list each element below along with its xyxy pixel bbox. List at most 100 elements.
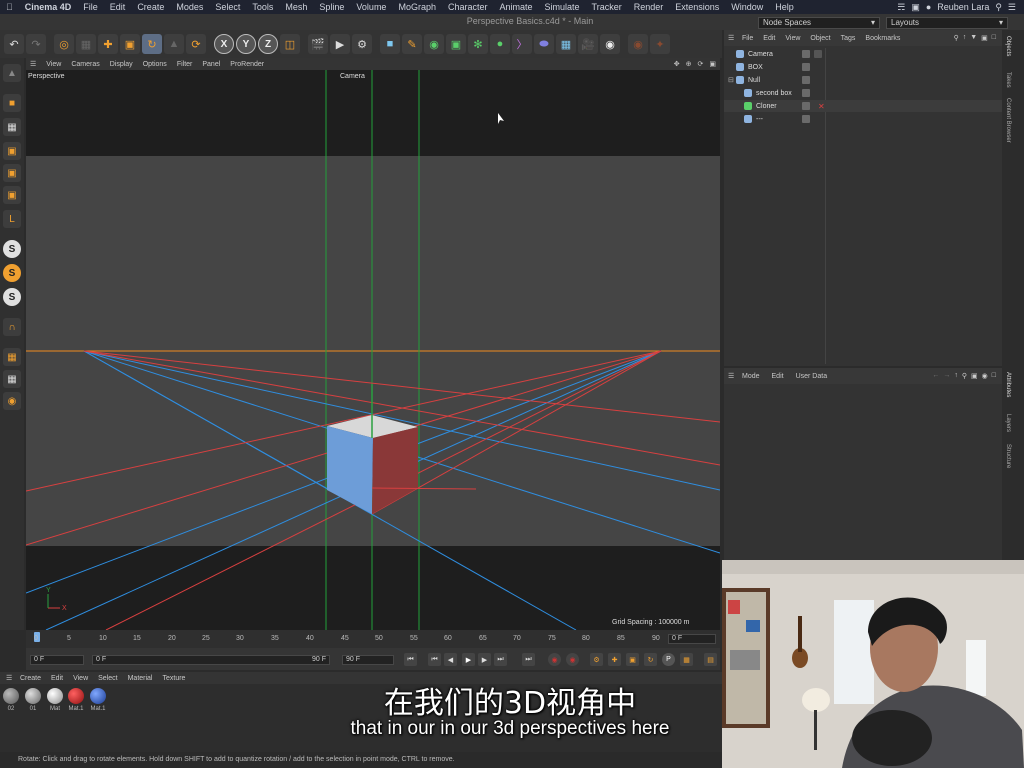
end-frame-field[interactable]: 90 F [342, 655, 394, 665]
hamburger-icon[interactable]: ☰ [6, 674, 12, 682]
material-swatch[interactable]: Mat [46, 688, 64, 712]
menu-tools[interactable]: Tools [246, 2, 279, 12]
menu-select[interactable]: Select [209, 2, 246, 12]
menu-mesh[interactable]: Mesh [279, 2, 313, 12]
menu-edit[interactable]: Edit [104, 2, 132, 12]
scale-key-icon[interactable]: ▣ [626, 653, 639, 666]
record-icon[interactable]: ◉ [548, 653, 561, 666]
visibility-toggle[interactable] [802, 50, 810, 58]
hamburger-icon[interactable]: ☰ [728, 34, 734, 42]
z-axis-lock-icon[interactable]: Z [258, 34, 278, 54]
viewport-menu-panel[interactable]: Panel [202, 61, 220, 68]
workplane-icon[interactable]: ▦ [3, 348, 21, 366]
menu-mograph[interactable]: MoGraph [392, 2, 442, 12]
menu-create[interactable]: Create [131, 2, 170, 12]
floor-icon[interactable]: ▦ [556, 34, 576, 54]
zoom-view-icon[interactable]: ⊕ [686, 60, 692, 68]
list-icon[interactable]: ☰ [1008, 2, 1016, 13]
recent-tools-icon[interactable]: ▲ [164, 34, 184, 54]
redo-icon[interactable]: ↷ [26, 34, 46, 54]
pen-icon[interactable]: ✎ [402, 34, 422, 54]
maximize-view-icon[interactable]: ▣ [709, 60, 716, 68]
rotate-icon[interactable]: ↻ [142, 34, 162, 54]
rotate-view-icon[interactable]: ⟳ [698, 60, 704, 68]
tab-layers[interactable]: Layers [1005, 414, 1011, 432]
layouts-dropdown[interactable]: Layouts ▾ [886, 17, 1008, 29]
wifi-icon[interactable]: ☴ [897, 2, 905, 13]
live-selection-icon[interactable]: ◎ [54, 34, 74, 54]
render-settings-icon[interactable]: ⚙ [352, 34, 372, 54]
attribute-menu-user-data[interactable]: User Data [796, 373, 828, 380]
workplane-snap-icon[interactable]: S [3, 288, 21, 306]
object-menu-file[interactable]: File [742, 35, 753, 42]
user-tool-2-icon[interactable]: ✦ [650, 34, 670, 54]
user-tool-1-icon[interactable]: ◉ [628, 34, 648, 54]
material-menu-material[interactable]: Material [128, 675, 153, 682]
rotate-tool-icon[interactable]: ⟳ [186, 34, 206, 54]
menu-app-name[interactable]: Cinema 4D [19, 2, 78, 12]
viewport-menu-options[interactable]: Options [143, 61, 167, 68]
scale-icon[interactable]: ▣ [120, 34, 140, 54]
filter-icon[interactable]: ▼ [970, 34, 977, 42]
menu-help[interactable]: Help [769, 2, 800, 12]
menu-animate[interactable]: Animate [494, 2, 539, 12]
previous-key-icon[interactable]: ⏮ [428, 653, 441, 666]
coordinate-system-icon[interactable]: ◫ [280, 34, 300, 54]
lock-icon[interactable]: ▣ [971, 372, 978, 380]
model-mode-icon[interactable]: ■ [3, 94, 21, 112]
material-menu-create[interactable]: Create [20, 675, 41, 682]
current-frame-field[interactable]: 0 F [668, 634, 716, 644]
user-name[interactable]: Reuben Lara [937, 2, 989, 12]
material-swatch[interactable]: Mat.1 [67, 688, 85, 712]
go-to-start-icon[interactable]: ⏮ [404, 653, 417, 666]
object-row-box[interactable]: BOX [724, 61, 1002, 73]
menu-character[interactable]: Character [442, 2, 494, 12]
undo-icon[interactable]: ↶ [4, 34, 24, 54]
next-frame-icon[interactable]: ▶ [478, 653, 491, 666]
subdivision-icon[interactable]: ◉ [424, 34, 444, 54]
apple-icon[interactable]:  [0, 2, 19, 12]
object-menu-object[interactable]: Object [810, 35, 830, 42]
parameter-key-icon[interactable]: P [662, 653, 675, 666]
deformer-icon[interactable]: 〉 [512, 34, 532, 54]
snap-icon[interactable]: S [3, 240, 21, 258]
tab-content-browser[interactable]: Content Browser [1005, 98, 1011, 143]
object-menu-tags[interactable]: Tags [841, 35, 856, 42]
camera-icon[interactable]: 🎥 [578, 34, 598, 54]
display-icon[interactable]: ▣ [911, 2, 920, 13]
tab-structure[interactable]: Structure [1005, 444, 1011, 468]
edges-mode-icon[interactable]: ▣ [3, 164, 21, 182]
axis-mode-icon[interactable]: L [3, 210, 21, 228]
menu-volume[interactable]: Volume [350, 2, 392, 12]
history-icon[interactable]: ◉ [982, 372, 988, 380]
arrow-left-icon[interactable]: ← [932, 372, 939, 380]
viewport-menu-cameras[interactable]: Cameras [71, 61, 99, 68]
node-spaces-dropdown[interactable]: Node Spaces ▾ [758, 17, 880, 29]
viewport-menu-view[interactable]: View [46, 61, 61, 68]
menu-simulate[interactable]: Simulate [539, 2, 586, 12]
lock-icon[interactable]: ▣ [981, 34, 988, 42]
material-swatch[interactable]: Mat.1 [89, 688, 107, 712]
menu-render[interactable]: Render [628, 2, 670, 12]
new-window-icon[interactable]: □ [992, 34, 996, 42]
attribute-menu-mode[interactable]: Mode [742, 373, 760, 380]
menu-spline[interactable]: Spline [313, 2, 350, 12]
material-menu-select[interactable]: Select [98, 675, 117, 682]
object-row-separator[interactable]: --- [724, 113, 1002, 125]
camera-tag-icon[interactable] [814, 50, 822, 58]
field-icon[interactable]: ⬬ [534, 34, 554, 54]
x-axis-lock-icon[interactable]: X [214, 34, 234, 54]
arrow-right-icon[interactable]: → [943, 372, 950, 380]
keyframe-selection-icon[interactable]: ⚙ [590, 653, 603, 666]
menu-tracker[interactable]: Tracker [586, 2, 628, 12]
extrude-icon[interactable]: ▣ [446, 34, 466, 54]
menu-file[interactable]: File [77, 2, 104, 12]
selection-tools-icon[interactable]: ▦ [76, 34, 96, 54]
search-icon[interactable]: ⚲ [995, 2, 1002, 13]
object-row-second-box[interactable]: second box [724, 87, 1002, 99]
next-key-icon[interactable]: ⏭ [494, 653, 507, 666]
timeline-ruler[interactable]: 0 5 10 15 20 25 30 35 40 45 50 55 60 65 … [26, 630, 720, 648]
visibility-toggle[interactable] [802, 63, 810, 71]
object-row-cloner[interactable]: Cloner ✕ [724, 100, 1002, 112]
object-menu-view[interactable]: View [785, 35, 800, 42]
